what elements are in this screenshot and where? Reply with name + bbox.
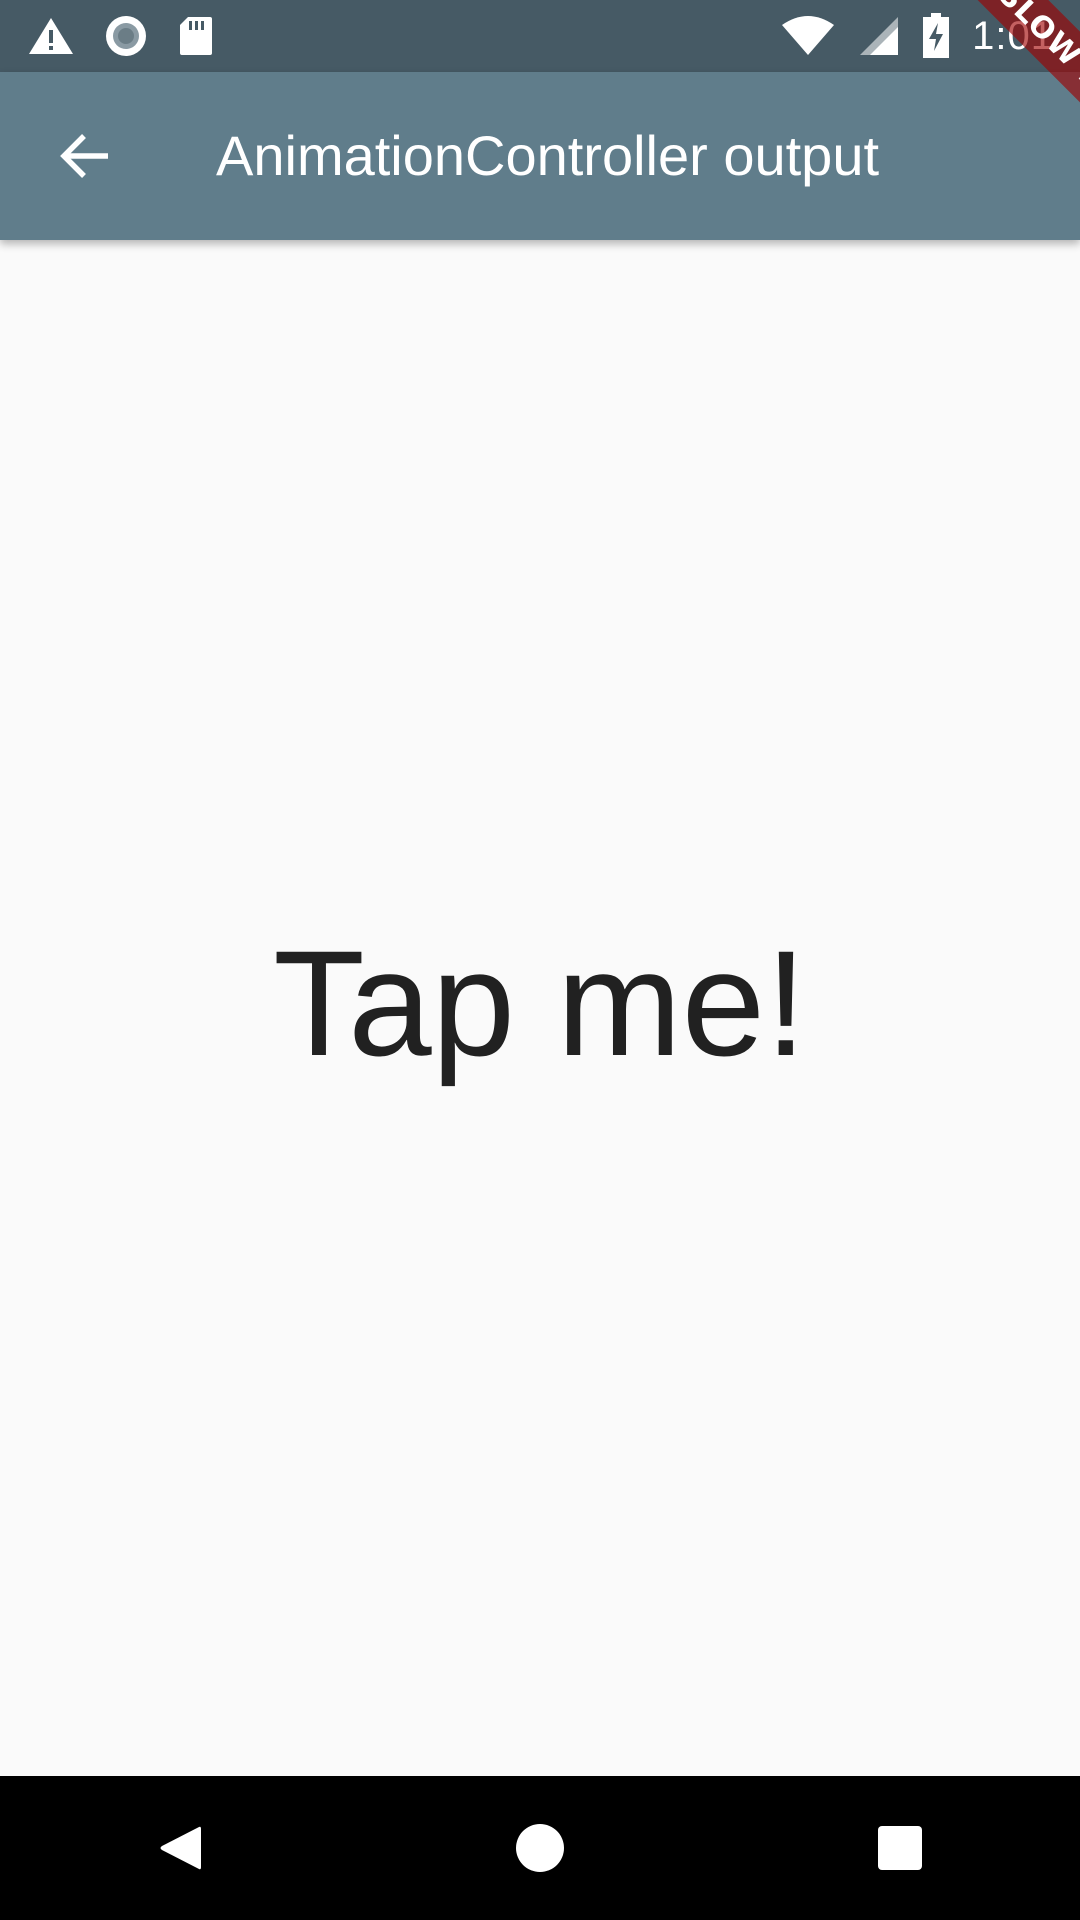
status-bar-left [28, 0, 214, 72]
wifi-icon [780, 15, 836, 57]
page-title: AnimationController output [216, 124, 880, 187]
screen: 1:01 AnimationController output SLOW MOD… [0, 0, 1080, 1920]
navigation-bar [0, 1776, 1080, 1920]
sync-icon [104, 14, 148, 58]
sd-card-icon [178, 15, 214, 57]
status-bar-right: 1:01 [780, 0, 1054, 72]
warning-icon [28, 16, 74, 56]
battery-charging-icon [922, 13, 950, 59]
nav-back-button[interactable] [108, 1776, 252, 1920]
status-bar: 1:01 [0, 0, 1080, 72]
back-button[interactable] [36, 108, 132, 204]
status-time: 1:01 [972, 13, 1054, 58]
app-bar: AnimationController output [0, 72, 1080, 240]
content-area: Tap me! [0, 240, 1080, 1776]
nav-recents-button[interactable] [828, 1776, 972, 1920]
home-circle-icon [515, 1823, 565, 1873]
recents-square-icon [877, 1825, 923, 1871]
back-triangle-icon [157, 1823, 203, 1873]
nav-home-button[interactable] [468, 1776, 612, 1920]
signal-icon [858, 15, 900, 57]
tap-me-text[interactable]: Tap me! [273, 917, 807, 1090]
arrow-back-icon [58, 132, 110, 180]
